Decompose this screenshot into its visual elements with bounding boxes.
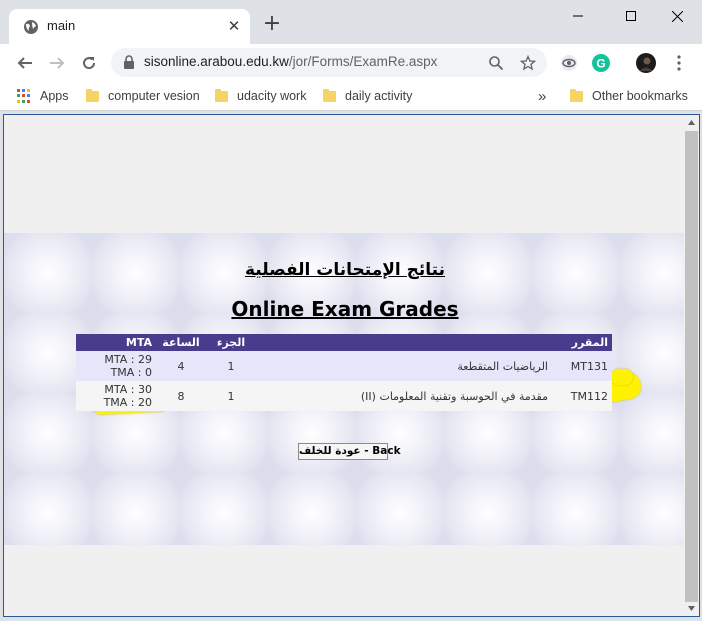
cell-hours: 4	[156, 351, 206, 381]
cell-mta: MTA : 29 TMA : 0	[76, 351, 156, 381]
bookmark-apps-label: Apps	[40, 89, 69, 103]
bookmark-label: udacity work	[237, 89, 307, 103]
cell-part: 1	[206, 351, 256, 381]
page-viewport: نتائج الإمتحانات الفصلية Online Exam Gra…	[3, 114, 686, 617]
lock-icon	[124, 55, 134, 69]
arrow-left-icon	[17, 57, 32, 69]
triangle-down-icon	[688, 606, 695, 611]
bookmark-other[interactable]: Other bookmarks	[570, 86, 688, 106]
url-path: /jor/Forms/ExamRe.aspx	[288, 54, 438, 69]
vertical-scrollbar[interactable]	[684, 114, 700, 617]
extension-eye-icon[interactable]	[558, 52, 580, 74]
address-bar[interactable]: sisonline.arabou.edu.kw/jor/Forms/ExamRe…	[111, 48, 547, 77]
page-title-arabic: نتائج الإمتحانات الفصلية	[245, 260, 445, 280]
folder-icon	[86, 88, 99, 102]
more-menu-icon[interactable]	[668, 52, 690, 74]
header-mta: MTA	[76, 334, 156, 351]
apps-grid-icon	[17, 89, 31, 103]
bookmark-computer-vesion[interactable]: computer vesion	[86, 86, 200, 106]
cell-course-code: MT131	[552, 351, 612, 381]
minimize-button[interactable]	[560, 4, 596, 28]
scroll-up-button[interactable]	[684, 115, 699, 130]
url-text: sisonline.arabou.edu.kw/jor/Forms/ExamRe…	[144, 54, 437, 69]
header-part: الجزء	[206, 334, 256, 351]
browser-tab[interactable]: main ✕	[9, 9, 250, 44]
highlight-mark-tail	[611, 369, 633, 385]
url-domain: sisonline.arabou.edu.kw	[144, 54, 289, 69]
table-header-row: MTA الساعة الجزء المقرر	[76, 334, 612, 351]
tab-title: main	[47, 18, 76, 33]
cell-course-code: TM112	[552, 381, 612, 411]
close-icon	[671, 10, 683, 22]
svg-text:G: G	[596, 57, 605, 71]
triangle-up-icon	[688, 120, 695, 125]
grammarly-icon[interactable]: G	[590, 52, 612, 74]
folder-icon	[323, 88, 336, 102]
grades-table: MTA الساعة الجزء المقرر MTA : 29 TMA : 0…	[76, 334, 612, 411]
bookmark-apps[interactable]: Apps	[17, 86, 69, 106]
scroll-down-button[interactable]	[684, 601, 699, 616]
maximize-button[interactable]	[613, 4, 649, 28]
star-icon[interactable]	[519, 54, 537, 72]
cell-course-name: مقدمة في الحوسبة وتقنية المعلومات (II)	[256, 381, 552, 411]
zoom-icon[interactable]	[487, 54, 505, 72]
page-title: Online Exam Grades	[231, 297, 459, 321]
header-hours: الساعة	[156, 334, 206, 351]
bookmark-udacity-work[interactable]: udacity work	[215, 86, 306, 106]
back-button[interactable]: عودة للخلف - Back	[298, 443, 401, 460]
header-course: المقرر	[552, 334, 612, 351]
maximize-icon	[626, 11, 636, 21]
bookmark-daily-activity[interactable]: daily activity	[323, 86, 412, 106]
bookmark-label: computer vesion	[108, 89, 200, 103]
reload-button[interactable]	[76, 50, 102, 76]
header-name	[256, 334, 552, 351]
folder-icon	[215, 88, 228, 102]
browser-toolbar: sisonline.arabou.edu.kw/jor/Forms/ExamRe…	[0, 44, 702, 81]
cell-hours: 8	[156, 381, 206, 411]
bookmarks-bar: Apps computer vesion udacity work daily …	[0, 81, 702, 111]
bookmark-other-label: Other bookmarks	[592, 89, 688, 103]
cell-course-name: الرياضيات المتقطعة	[256, 351, 552, 381]
close-window-button[interactable]	[659, 4, 695, 28]
reload-icon	[83, 57, 96, 70]
cell-part: 1	[206, 381, 256, 411]
table-row: MTA : 29 TMA : 0 4 1 الرياضيات المتقطعة …	[76, 351, 612, 381]
title-bar: main ✕ +	[0, 0, 702, 44]
arrow-right-icon	[50, 57, 65, 69]
bookmark-label: daily activity	[345, 89, 413, 103]
tab-close-icon[interactable]: ✕	[226, 18, 242, 34]
scrollbar-thumb[interactable]	[685, 131, 698, 602]
profile-avatar[interactable]	[635, 52, 657, 74]
forward-nav-button[interactable]	[44, 50, 70, 76]
folder-icon	[570, 88, 583, 102]
cell-mta: MTA : 30 TMA : 20	[76, 381, 156, 411]
minimize-icon	[573, 15, 583, 17]
new-tab-button[interactable]: +	[262, 13, 282, 35]
globe-icon	[24, 20, 38, 34]
table-row: MTA : 30 TMA : 20 8 1 مقدمة في الحوسبة و…	[76, 381, 612, 411]
back-nav-button[interactable]	[12, 50, 38, 76]
bookmarks-overflow-button[interactable]: »	[538, 86, 546, 106]
